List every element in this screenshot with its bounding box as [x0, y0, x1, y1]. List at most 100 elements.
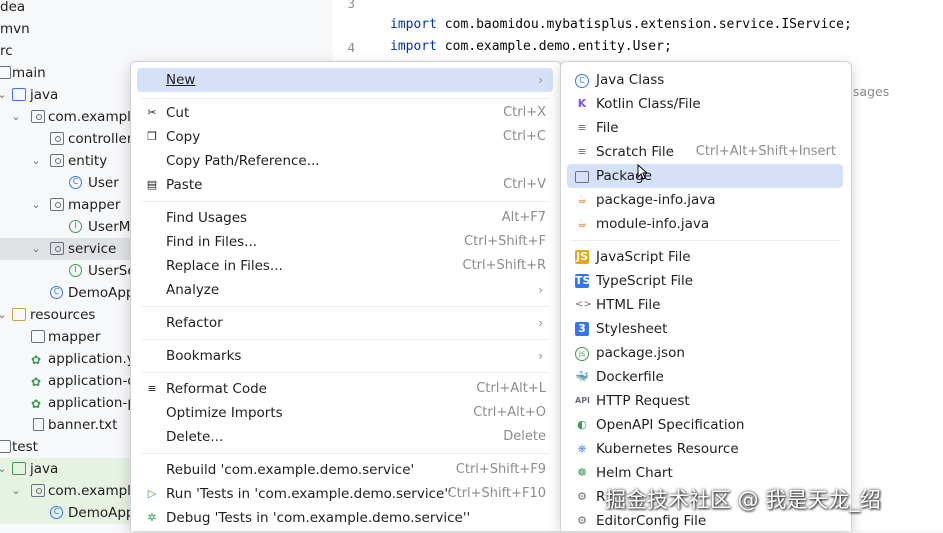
menu-item-html-file[interactable]: <> HTML File	[567, 293, 843, 317]
menu-item-label: Scratch File	[596, 144, 674, 160]
menu-item-cut[interactable]: ✂ Cut Ctrl+X	[137, 101, 553, 125]
tree-item-label: java	[30, 461, 59, 477]
menu-item-openapi[interactable]: ◐ OpenAPI Specification	[567, 413, 843, 437]
menu-item-label: Analyze	[166, 282, 220, 298]
tree-item-label: main	[12, 65, 46, 81]
tree-item-label: mvn	[0, 21, 30, 37]
tree-item-mvn[interactable]: mvn	[0, 18, 330, 40]
menu-item-scratch-file[interactable]: ≡ Scratch File Ctrl+Alt+Shift+Insert	[567, 140, 843, 164]
chevron-down-icon[interactable]: ⌄	[0, 84, 8, 106]
tree-item-label: User	[88, 175, 119, 191]
menu-item-run-tests[interactable]: ▷ Run 'Tests in 'com.example.demo.servic…	[137, 482, 553, 506]
menu-item-label: Copy	[166, 129, 201, 145]
tree-item-label: test	[12, 439, 38, 455]
tree-item-label: com.example	[48, 483, 140, 499]
chevron-down-icon[interactable]: ⌄	[10, 480, 22, 502]
menu-item-typescript-file[interactable]: TS TypeScript File	[567, 269, 843, 293]
menu-item-shortcut: Ctrl+Shift+F10	[447, 486, 546, 501]
menu-item-label: Java Class	[596, 72, 665, 88]
menu-item-label: Find in Files...	[166, 234, 258, 250]
menu-separator	[141, 372, 549, 373]
menu-item-label: OpenAPI Specification	[596, 417, 745, 433]
menu-item-helm-chart[interactable]: ☸ Helm Chart	[567, 461, 843, 485]
menu-item-stylesheet[interactable]: 3 Stylesheet	[567, 317, 843, 341]
chevron-right-icon: ›	[538, 283, 543, 297]
menu-item-package-json[interactable]: js package.json	[567, 341, 843, 365]
menu-item-package-info[interactable]: ☕ package-info.java	[567, 188, 843, 212]
menu-item-shortcut: Ctrl+Shift+F9	[455, 462, 546, 477]
tree-item-label: UserSe	[88, 263, 136, 279]
chevron-down-icon[interactable]: ⌄	[30, 150, 42, 172]
menu-item-paste[interactable]: ▤ Paste Ctrl+V	[137, 173, 553, 197]
menu-item-file[interactable]: ≡ File	[567, 116, 843, 140]
package-icon	[575, 171, 589, 183]
menu-item-shortcut: Ctrl+V	[503, 177, 546, 192]
mouse-cursor-icon	[637, 164, 647, 180]
menu-item-label: Helm Chart	[596, 465, 673, 481]
menu-item-kubernetes[interactable]: ⎈ Kubernetes Resource	[567, 437, 843, 461]
scratch-file-icon: ≡	[577, 145, 587, 158]
context-menu: New › ✂ Cut Ctrl+X ❐ Copy Ctrl+C Copy Pa…	[130, 61, 562, 531]
import-keyword: import	[390, 39, 437, 54]
watermark: 掘金技术社区 @ 我是天龙_绍	[605, 488, 881, 512]
import-keyword: import	[390, 17, 437, 32]
css-icon: 3	[575, 322, 589, 336]
text-file-icon	[33, 418, 44, 431]
folder-icon	[31, 330, 45, 343]
api-icon: API	[575, 396, 591, 405]
tree-item-label: entity	[68, 153, 108, 169]
menu-item-refactor[interactable]: Refactor ›	[137, 311, 553, 335]
tree-item-src[interactable]: rc	[0, 40, 330, 62]
chevron-down-icon[interactable]: ⌄	[30, 238, 42, 260]
menu-item-label: Kotlin Class/File	[596, 96, 701, 112]
menu-item-replace-in-files[interactable]: Replace in Files... Ctrl+Shift+R	[137, 254, 553, 278]
menu-separator	[141, 453, 549, 454]
menu-item-label: Reformat Code	[166, 381, 267, 397]
chevron-down-icon[interactable]: ⌄	[0, 304, 8, 326]
menu-item-shortcut: Ctrl+X	[503, 105, 546, 120]
menu-item-package[interactable]: Package	[567, 164, 843, 188]
menu-item-shortcut: Alt+F7	[501, 210, 546, 225]
menu-item-debug-tests[interactable]: ✲ Debug 'Tests in 'com.example.demo.serv…	[137, 506, 553, 530]
menu-item-label: Stylesheet	[596, 321, 668, 337]
menu-item-find-usages[interactable]: Find Usages Alt+F7	[137, 206, 553, 230]
menu-item-find-in-files[interactable]: Find in Files... Ctrl+Shift+F	[137, 230, 553, 254]
menu-item-bookmarks[interactable]: Bookmarks ›	[137, 344, 553, 368]
nodejs-icon: js	[575, 347, 589, 361]
tree-item-label: dea	[0, 0, 26, 15]
menu-item-rebuild[interactable]: Rebuild 'com.example.demo.service' Ctrl+…	[137, 458, 553, 482]
menu-item-module-info[interactable]: ☕ module-info.java	[567, 212, 843, 236]
kotlin-icon: K	[577, 97, 587, 110]
chevron-down-icon[interactable]: ⌄	[0, 458, 8, 480]
menu-item-label: module-info.java	[596, 216, 710, 232]
menu-item-label: HTML File	[596, 297, 661, 313]
run-icon: ▷	[147, 487, 157, 500]
chevron-down-icon[interactable]: ⌄	[10, 106, 22, 128]
menu-item-copy-path[interactable]: Copy Path/Reference...	[137, 149, 553, 173]
menu-item-javascript-file[interactable]: JS JavaScript File	[567, 245, 843, 269]
chevron-down-icon[interactable]: ⌄	[30, 194, 42, 216]
menu-item-optimize-imports[interactable]: Optimize Imports Ctrl+Alt+O	[137, 401, 553, 425]
chevron-right-icon: ›	[538, 349, 543, 363]
menu-item-label: Paste	[166, 177, 203, 193]
menu-item-delete[interactable]: Delete... Delete	[137, 425, 553, 449]
menu-item-kotlin-class[interactable]: K Kotlin Class/File	[567, 92, 843, 116]
menu-item-java-class[interactable]: C Java Class	[567, 68, 843, 92]
menu-item-copy[interactable]: ❐ Copy Ctrl+C	[137, 125, 553, 149]
yaml-icon: ✿	[31, 397, 42, 411]
menu-item-label: JavaScript File	[596, 249, 691, 265]
menu-item-shortcut: Ctrl+Alt+L	[476, 381, 546, 396]
line-number: 3	[347, 0, 355, 11]
code-line: import com.baomidou.mybatisplus.extensio…	[390, 17, 852, 32]
menu-item-new[interactable]: New ›	[137, 68, 553, 92]
package-icon	[50, 198, 64, 211]
menu-item-shortcut: Ctrl+C	[502, 129, 546, 144]
menu-item-shortcut: Ctrl+Shift+R	[462, 258, 547, 273]
menu-item-analyze[interactable]: Analyze ›	[137, 278, 553, 302]
menu-separator	[141, 339, 549, 340]
tree-item-idea[interactable]: dea	[0, 0, 330, 18]
tree-item-label: controller	[68, 131, 133, 147]
menu-item-dockerfile[interactable]: 🐳 Dockerfile	[567, 365, 843, 389]
menu-item-http-request[interactable]: API HTTP Request	[567, 389, 843, 413]
menu-item-reformat-code[interactable]: ≡ Reformat Code Ctrl+Alt+L	[137, 377, 553, 401]
